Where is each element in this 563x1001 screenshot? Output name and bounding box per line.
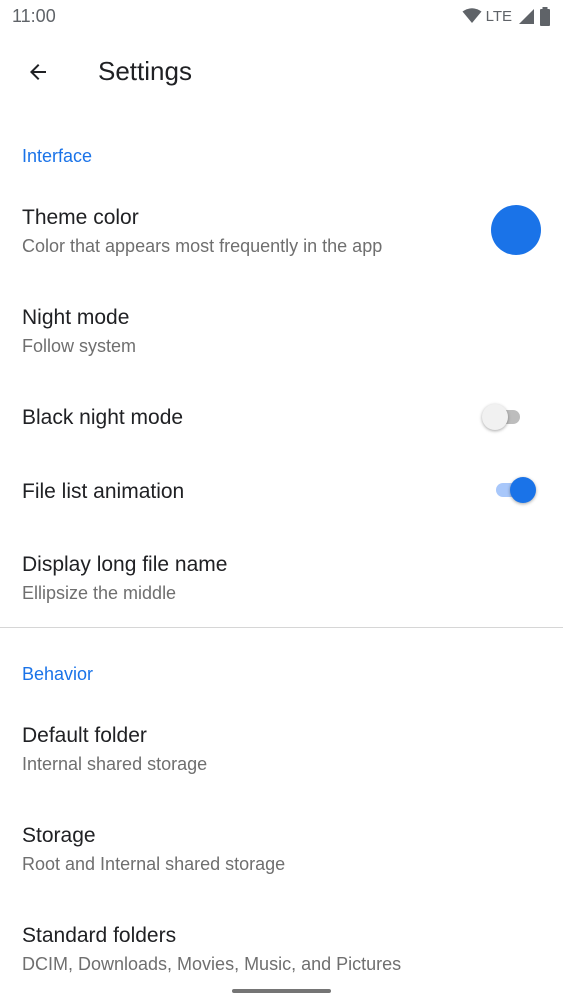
- section-header-interface: Interface: [22, 146, 93, 166]
- black-night-mode-switch[interactable]: [482, 403, 528, 431]
- pref-title: Theme color: [22, 206, 139, 229]
- cell-signal-icon: [519, 8, 534, 24]
- pref-black-night-mode[interactable]: Black night mode: [0, 386, 563, 450]
- app-bar: Settings: [0, 34, 563, 110]
- section-divider: [0, 627, 563, 628]
- pref-theme-color[interactable]: Theme color Color that appears most freq…: [0, 186, 563, 278]
- pref-display-long-file-name[interactable]: Display long file name Ellipsize the mid…: [0, 534, 563, 626]
- wifi-icon: [462, 8, 482, 23]
- status-icons: LTE: [462, 6, 551, 26]
- network-type: LTE: [485, 7, 512, 25]
- pref-summary: Ellipsize the middle: [22, 583, 177, 603]
- pref-file-list-animation[interactable]: File list animation: [0, 460, 563, 524]
- pref-title: Storage: [22, 824, 96, 847]
- pref-default-folder[interactable]: Default folder Internal shared storage: [0, 704, 563, 796]
- pref-summary: Follow system: [22, 336, 137, 356]
- switch-thumb: [510, 477, 536, 503]
- status-bar: 11:00 LTE: [0, 0, 563, 34]
- gesture-nav-handle[interactable]: [232, 989, 331, 993]
- pref-summary: Root and Internal shared storage: [22, 854, 286, 874]
- switch-thumb: [482, 404, 508, 430]
- file-list-animation-switch[interactable]: [492, 476, 538, 504]
- status-time: 11:00: [12, 6, 56, 26]
- back-button[interactable]: [14, 48, 62, 96]
- theme-color-swatch[interactable]: [491, 205, 541, 255]
- pref-title: Standard folders: [22, 924, 177, 947]
- battery-icon: [540, 6, 550, 26]
- pref-summary: Internal shared storage: [22, 754, 208, 774]
- pref-title: Default folder: [22, 724, 147, 747]
- section-header-behavior: Behavior: [22, 664, 94, 684]
- page-title: Settings: [98, 56, 192, 86]
- arrow-back-icon: [30, 64, 46, 80]
- pref-title: Display long file name: [22, 553, 228, 576]
- pref-title: Black night mode: [22, 406, 184, 429]
- pref-standard-folders[interactable]: Standard folders DCIM, Downloads, Movies…: [0, 904, 563, 984]
- pref-summary: DCIM, Downloads, Movies, Music, and Pict…: [22, 954, 402, 974]
- pref-title: Night mode: [22, 306, 130, 329]
- pref-storage[interactable]: Storage Root and Internal shared storage: [0, 804, 563, 896]
- pref-night-mode[interactable]: Night mode Follow system: [0, 286, 563, 378]
- pref-title: File list animation: [22, 480, 185, 503]
- pref-summary: Color that appears most frequently in th…: [22, 236, 383, 256]
